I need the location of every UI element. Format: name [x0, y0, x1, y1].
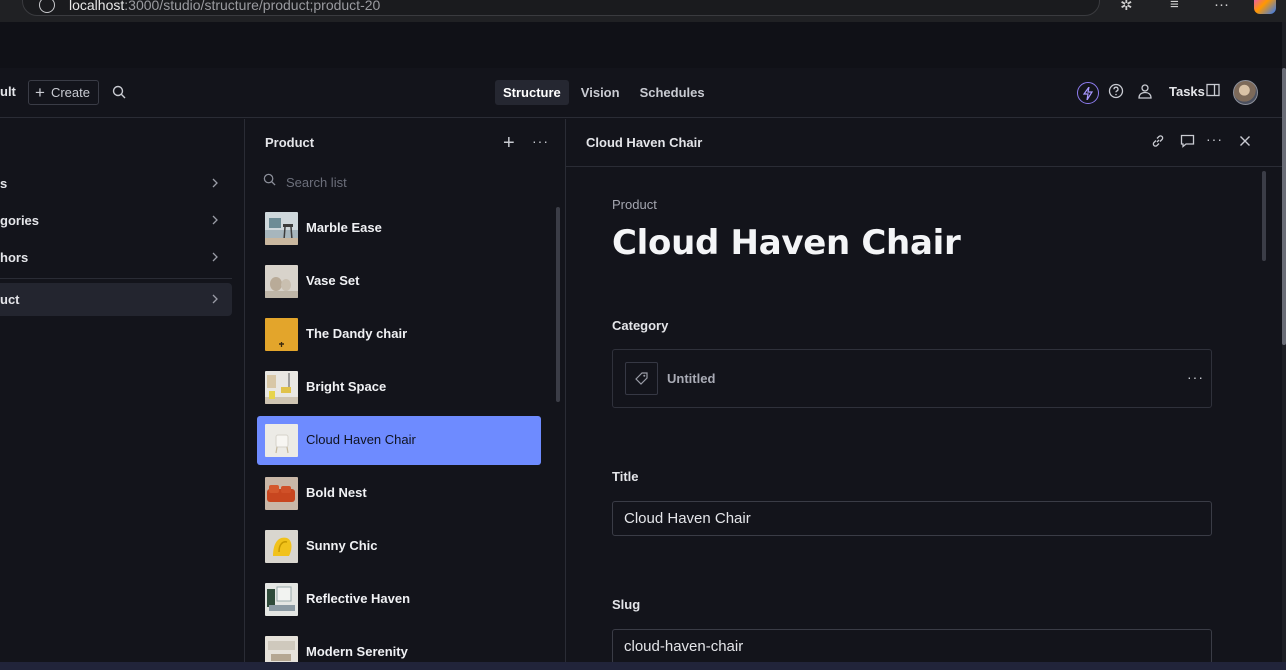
- product-thumbnail: [265, 530, 298, 563]
- product-thumbnail: [265, 477, 298, 510]
- product-thumbnail: [265, 212, 298, 245]
- more-options-icon[interactable]: ···: [532, 133, 549, 149]
- tag-icon: [625, 362, 658, 395]
- chevron-right-icon: [211, 176, 219, 191]
- taskbar-strip: [0, 662, 1286, 670]
- create-label: Create: [50, 85, 90, 100]
- list-item[interactable]: Bold Nest: [257, 469, 541, 518]
- slug-field[interactable]: [612, 629, 1212, 662]
- document-title: Cloud Haven Chair: [612, 223, 961, 263]
- address-bar[interactable]: localhost:3000/studio/structure/product;…: [22, 0, 1100, 16]
- favorite-star-icon[interactable]: ☆: [1067, 0, 1080, 1]
- more-options-icon[interactable]: ···: [1187, 369, 1204, 385]
- help-icon[interactable]: [1108, 83, 1124, 104]
- product-thumbnail: [265, 318, 298, 351]
- title-field-label: Title: [612, 469, 639, 484]
- avatar[interactable]: [1233, 80, 1258, 105]
- list-item-name: Reflective Haven: [306, 591, 411, 606]
- chevron-right-icon: [211, 250, 219, 265]
- sidebar-item-label: uct: [0, 292, 20, 307]
- product-thumbnail: [265, 371, 298, 404]
- list-item[interactable]: Sunny Chic: [257, 522, 541, 571]
- list-item[interactable]: Bright Space: [257, 363, 541, 412]
- list-item-name: Marble Ease: [306, 220, 382, 235]
- list-item-selected[interactable]: Cloud Haven Chair: [257, 416, 541, 465]
- tool-tabs: Structure Vision Schedules: [495, 80, 713, 105]
- read-aloud-icon[interactable]: A⁺: [1029, 0, 1047, 1]
- list-item[interactable]: Vase Set: [257, 257, 541, 306]
- list-item-name: The Dandy chair: [306, 326, 408, 341]
- list-item[interactable]: Modern Serenity: [257, 628, 541, 662]
- category-label: Category: [612, 318, 669, 333]
- list-item-name: Bold Nest: [306, 485, 367, 500]
- list-item[interactable]: Marble Ease: [257, 204, 541, 253]
- category-value: Untitled: [667, 371, 716, 386]
- product-thumbnail: [265, 636, 298, 662]
- list-item-name: Sunny Chic: [306, 538, 378, 553]
- workspace-name[interactable]: ult: [0, 84, 16, 99]
- search-icon: [263, 173, 276, 191]
- search-icon[interactable]: [112, 85, 126, 104]
- comment-icon[interactable]: [1180, 134, 1195, 153]
- top-gap: [0, 22, 1286, 68]
- chevron-right-icon: [211, 292, 219, 307]
- product-thumbnail: [265, 424, 298, 457]
- structure-sidebar: s gories hors uct: [0, 119, 245, 662]
- list-item-name: Modern Serenity: [306, 644, 408, 659]
- title-field[interactable]: [612, 501, 1212, 536]
- copilot-icon[interactable]: [1254, 0, 1276, 14]
- favorites-list-icon[interactable]: ≡: [1170, 0, 1179, 13]
- chevron-right-icon: [211, 213, 219, 228]
- divider: [0, 278, 232, 279]
- browser-menu-icon[interactable]: ···: [1214, 0, 1229, 13]
- list-item-name: Vase Set: [306, 273, 360, 288]
- sidebar-item-label: hors: [0, 250, 29, 265]
- document-scrollbar[interactable]: [1262, 171, 1266, 261]
- plus-icon: +: [35, 83, 45, 102]
- slug-field-label: Slug: [612, 597, 641, 612]
- create-button[interactable]: + Create: [28, 80, 99, 105]
- extensions-icon[interactable]: ✲: [1120, 0, 1133, 14]
- category-reference[interactable]: Untitled ···: [612, 349, 1212, 408]
- sidebar-item-label: gories: [0, 213, 40, 228]
- close-icon[interactable]: [1239, 134, 1251, 152]
- site-info-icon[interactable]: [39, 0, 55, 13]
- document-header: Cloud Haven Chair ···: [566, 119, 1282, 167]
- sidebar-item-product[interactable]: uct: [0, 283, 232, 316]
- sidebar-item-1[interactable]: s: [0, 167, 232, 200]
- list-item-name: Cloud Haven Chair: [306, 432, 416, 447]
- document-header-title: Cloud Haven Chair: [586, 135, 703, 150]
- list-search: [263, 172, 543, 192]
- url-text[interactable]: localhost:3000/studio/structure/product;…: [69, 0, 380, 13]
- list-item[interactable]: The Dandy chair: [257, 310, 541, 359]
- studio-navbar: ult + Create Structure Vision Schedules …: [0, 68, 1282, 118]
- sidebar-item-label: s: [0, 176, 8, 191]
- product-list-pane: Product + ··· Marble Ease Vase Set The D…: [245, 119, 566, 662]
- document-type-label: Product: [612, 197, 657, 212]
- tab-schedules[interactable]: Schedules: [632, 80, 713, 105]
- page-scrollbar[interactable]: [1282, 68, 1286, 345]
- list-scrollbar[interactable]: [556, 207, 560, 402]
- sidebar-item-categories[interactable]: gories: [0, 204, 232, 237]
- pane-title: Product: [265, 135, 315, 150]
- search-input[interactable]: [286, 174, 526, 190]
- bolt-icon[interactable]: [1077, 82, 1099, 104]
- more-options-icon[interactable]: ···: [1206, 131, 1223, 147]
- document-pane: Cloud Haven Chair ··· Product Cloud Have…: [566, 119, 1282, 662]
- link-icon[interactable]: [1151, 134, 1165, 153]
- product-thumbnail: [265, 265, 298, 298]
- list-item[interactable]: Reflective Haven: [257, 575, 541, 624]
- people-icon[interactable]: [1137, 83, 1153, 104]
- product-thumbnail: [265, 583, 298, 616]
- list-item-name: Bright Space: [306, 379, 387, 394]
- sidebar-item-authors[interactable]: hors: [0, 241, 232, 274]
- tab-structure[interactable]: Structure: [495, 80, 569, 105]
- tab-vision[interactable]: Vision: [573, 80, 628, 105]
- panel-icon[interactable]: [1206, 83, 1220, 102]
- tasks-button[interactable]: Tasks: [1169, 84, 1205, 99]
- add-document-icon[interactable]: +: [503, 133, 515, 153]
- browser-toolbar: localhost:3000/studio/structure/product;…: [0, 0, 1286, 22]
